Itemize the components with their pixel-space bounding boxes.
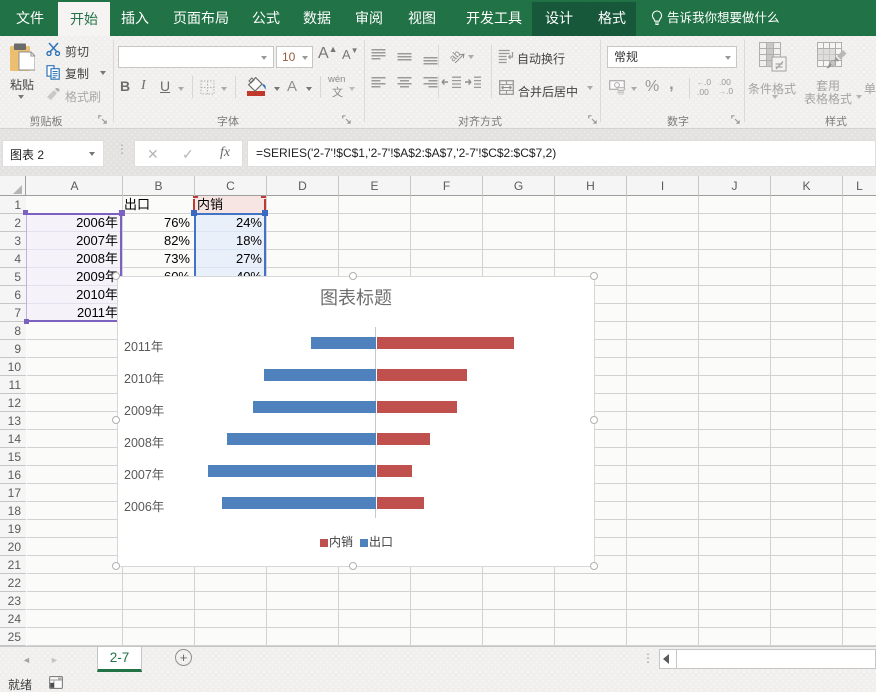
svg-text:ab: ab: [448, 48, 464, 63]
